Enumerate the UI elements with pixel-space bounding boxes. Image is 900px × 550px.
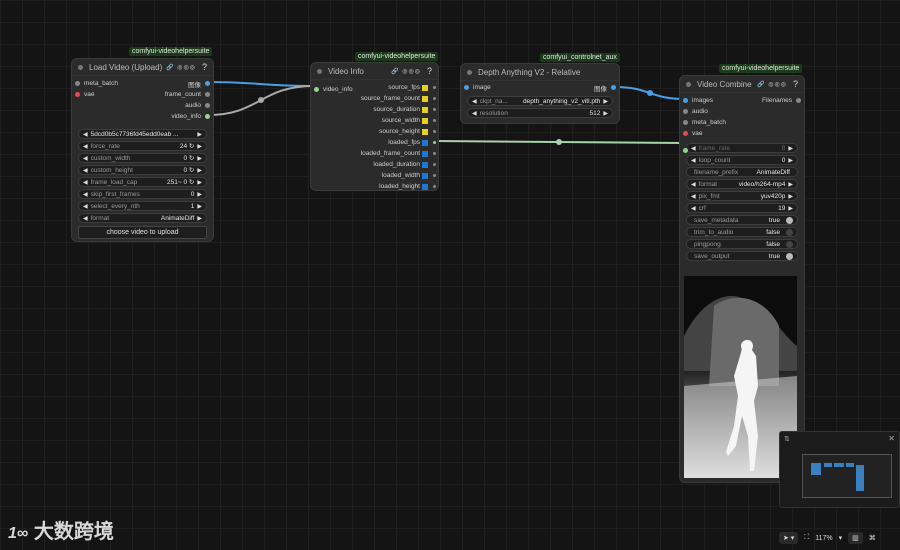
load-video-node[interactable]: Load Video (Upload) 🔗 ◎◎◎ ? meta_batch v… <box>71 58 214 242</box>
loop-count-widget[interactable]: ◀ loop_count 0 ▶ <box>686 155 798 165</box>
help-icon[interactable]: ? <box>793 79 798 89</box>
help-icon[interactable]: ? <box>427 66 432 76</box>
output-source-width[interactable]: source_width <box>351 115 438 126</box>
save-metadata-toggle[interactable]: save_metadata true <box>686 215 798 225</box>
node-title-bar[interactable]: Load Video (Upload) 🔗 ◎◎◎ ? <box>72 59 213 76</box>
output-loaded-width[interactable]: loaded_width <box>351 170 438 181</box>
node-title: Load Video (Upload) <box>89 62 163 72</box>
upload-button[interactable]: choose video to upload <box>78 226 207 239</box>
zoom-level[interactable]: 117% <box>815 535 832 542</box>
output-filenames[interactable]: Filenames <box>732 95 804 106</box>
output-loaded-frame-count[interactable]: loaded_frame_count <box>351 148 438 159</box>
filename-prefix-field[interactable]: filename_prefix AnimateDiff <box>686 167 798 177</box>
select-every-nth-widget[interactable]: ◀ select_every_nth 1 ▶ <box>78 201 207 211</box>
close-icon[interactable]: ✕ <box>888 434 895 443</box>
minimap-toggle-icon[interactable]: ▥ <box>848 532 863 544</box>
output-video-info[interactable]: video_info <box>131 111 213 122</box>
pingpong-toggle[interactable]: pingpong false <box>686 239 798 249</box>
frame-rate-input-socket[interactable] <box>683 148 688 153</box>
force-rate-widget[interactable]: ◀ force_rate 24 ↻ ▶ <box>78 141 207 151</box>
output-image[interactable]: 图像 <box>131 78 213 89</box>
node-title: Video Info <box>328 66 364 76</box>
node-title: Video Combine <box>697 79 752 89</box>
collapse-dot[interactable] <box>78 64 83 70</box>
collapse-dot[interactable] <box>467 69 472 75</box>
custom-height-widget[interactable]: ◀ custom_height 0 ↻ ▶ <box>78 165 207 175</box>
node-badges: 🔗 ◎◎◎ <box>757 81 787 88</box>
ckpt-name-select[interactable]: ◀ ckpt_na... depth_anything_v2_vitl.pth ▶ <box>467 96 613 106</box>
collapse-dot[interactable] <box>317 68 322 74</box>
skip-first-frames-widget[interactable]: ◀ skip_first_frames 0 ▶ <box>78 189 207 199</box>
node-badges: 🔗 ◎◎◎ <box>166 64 196 71</box>
save-output-toggle[interactable]: save_output true <box>686 251 798 261</box>
output-source-frame-count[interactable]: source_frame_count <box>351 93 438 104</box>
collapse-dot[interactable] <box>686 81 691 87</box>
input-meta-batch[interactable]: meta_batch <box>680 117 752 128</box>
minimap-icon[interactable]: ⇅ <box>784 435 790 443</box>
output-audio[interactable]: audio <box>131 100 213 111</box>
format-widget[interactable]: ◀ format video/h264-mp4 ▶ <box>686 179 798 189</box>
video-info-node[interactable]: Video Info 🔗 ◎◎◎ ? video_info source_fps… <box>310 62 439 191</box>
custom-width-widget[interactable]: ◀ custom_width 0 ↻ ▶ <box>78 153 207 163</box>
output-source-fps[interactable]: source_fps <box>351 82 438 93</box>
node-title-bar[interactable]: Video Combine 🔗 ◎◎◎ ? <box>680 76 804 93</box>
pointer-icon[interactable]: ➤ ▾ <box>779 532 799 544</box>
watermark-logo: 1∞ 大数跨境 <box>8 521 114 543</box>
format-widget[interactable]: ◀ format AnimateDiff ▶ <box>78 213 207 223</box>
pack-label: comfyui-videohelpersuite <box>129 47 213 56</box>
chevron-down-icon[interactable]: ▾ <box>839 534 843 542</box>
output-loaded-height[interactable]: loaded_height <box>351 181 438 192</box>
output-source-duration[interactable]: source_duration <box>351 104 438 115</box>
output-source-height[interactable]: source_height <box>351 126 438 137</box>
node-title: Depth Anything V2 - Relative <box>478 67 581 77</box>
help-icon[interactable]: ? <box>202 62 207 72</box>
crf-widget[interactable]: ◀ crf 19 ▶ <box>686 203 798 213</box>
output-loaded-duration[interactable]: loaded_duration <box>351 159 438 170</box>
trim-to-audio-toggle[interactable]: trim_to_audio false <box>686 227 798 237</box>
video-file-select[interactable]: ◀ 5dcd0b5c7736fd45edd0eab ... ▶ <box>78 129 207 139</box>
canvas-toolbar: ➤ ▾ ⛶ 117% ▾ ▥ ⌘ <box>779 528 898 548</box>
fit-view-icon[interactable]: ⛶ <box>804 534 809 542</box>
pack-label: comfyui-videohelpersuite <box>719 64 803 73</box>
frame-rate-widget[interactable]: ◀ frame_rate 8 ▶ <box>686 143 798 153</box>
frame-load-cap-widget[interactable]: ◀ frame_load_cap 251~ 0 ↻ ▶ <box>78 177 207 187</box>
output-loaded-fps[interactable]: loaded_fps <box>351 137 438 148</box>
pack-label: comfyui-videohelpersuite <box>355 52 439 61</box>
input-image[interactable]: image <box>461 82 543 93</box>
resolution-widget[interactable]: ◀ resolution 512 ▶ <box>467 108 613 118</box>
depth-anything-node[interactable]: Depth Anything V2 - Relative image 图像 ◀ c… <box>460 63 620 124</box>
output-image[interactable]: 图像 <box>537 82 619 93</box>
input-audio[interactable]: audio <box>680 106 752 117</box>
minimap-panel[interactable]: ⇅ ✕ <box>779 431 900 508</box>
node-badges: 🔗 ◎◎◎ <box>391 68 421 75</box>
output-frame-count[interactable]: frame_count <box>131 89 213 100</box>
node-title-bar[interactable]: Video Info 🔗 ◎◎◎ ? <box>311 63 438 80</box>
minimap-viewport[interactable] <box>802 454 892 498</box>
input-vae[interactable]: vae <box>680 128 752 139</box>
pix-fmt-widget[interactable]: ◀ pix_fmt yuv420p ▶ <box>686 191 798 201</box>
link-visibility-icon[interactable]: ⌘ <box>869 534 876 542</box>
node-title-bar[interactable]: Depth Anything V2 - Relative <box>461 64 619 81</box>
pack-label: comfyui_controlnet_aux <box>540 53 620 62</box>
